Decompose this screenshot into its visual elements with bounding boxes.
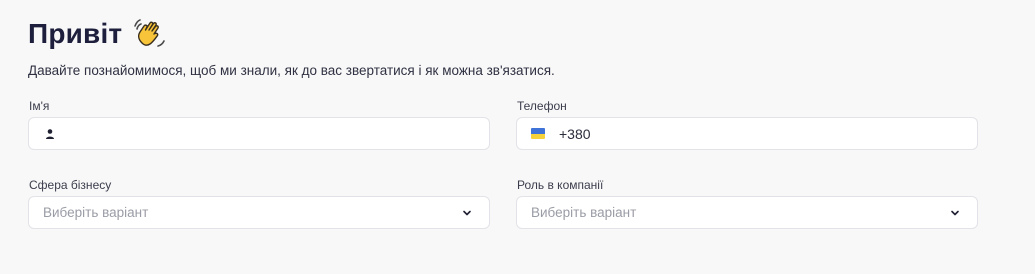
role-placeholder: Виберіть варіант bbox=[531, 205, 637, 220]
chevron-down-icon bbox=[463, 210, 471, 216]
waving-hand-icon bbox=[134, 19, 166, 47]
phone-input[interactable]: +380 bbox=[516, 117, 978, 150]
contact-form-page: Привіт Давайте познайомимося, щоб ми зна… bbox=[0, 0, 1035, 274]
page-title-text: Привіт bbox=[28, 18, 123, 49]
page-subtitle: Давайте познайомимося, щоб ми знали, як … bbox=[28, 63, 555, 78]
role-label: Роль в компанії bbox=[517, 178, 604, 192]
phone-value: +380 bbox=[559, 125, 591, 142]
name-label: Ім'я bbox=[29, 99, 50, 113]
user-icon bbox=[46, 128, 54, 139]
business-placeholder: Виберіть варіант bbox=[43, 205, 149, 220]
role-select[interactable]: Виберіть варіант bbox=[516, 196, 978, 229]
chevron-down-icon bbox=[951, 210, 959, 216]
phone-label: Телефон bbox=[517, 99, 567, 113]
business-select[interactable]: Виберіть варіант bbox=[28, 196, 490, 229]
page-title: Привіт bbox=[28, 17, 166, 51]
ukraine-flag-icon[interactable] bbox=[531, 128, 545, 139]
name-input[interactable] bbox=[28, 117, 490, 150]
business-label: Сфера бізнесу bbox=[29, 178, 112, 192]
